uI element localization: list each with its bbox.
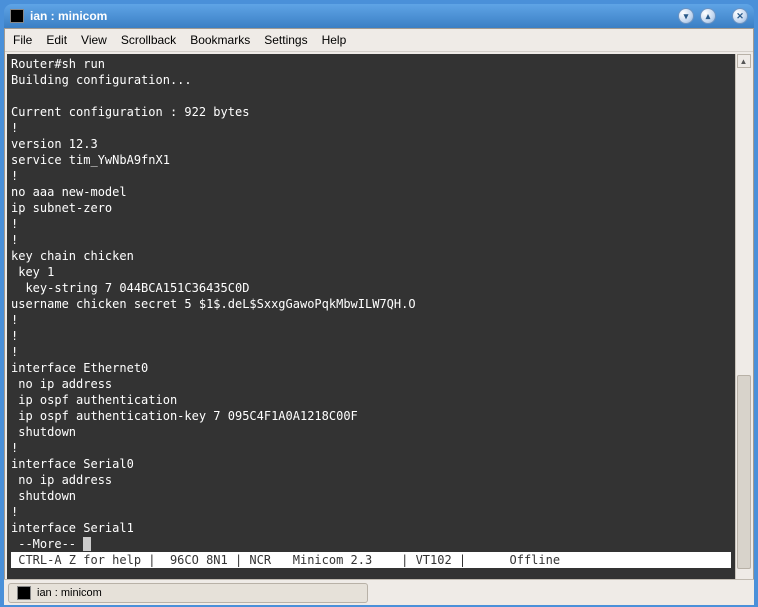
menu-view[interactable]: View — [81, 33, 107, 47]
menu-edit[interactable]: Edit — [46, 33, 67, 47]
minimize-button[interactable]: ▾ — [678, 8, 694, 24]
close-button[interactable]: ✕ — [732, 8, 748, 24]
terminal-icon — [17, 586, 31, 600]
window-titlebar: ian : minicom ▾ ▴ ✕ — [4, 4, 754, 28]
taskbar-item-label: ian : minicom — [37, 587, 102, 599]
menu-file[interactable]: File — [13, 33, 32, 47]
scrollbar: ▲ ▼ — [735, 54, 751, 593]
taskbar: ian : minicom — [4, 579, 754, 605]
scroll-track[interactable] — [737, 68, 751, 579]
window-controls: ▾ ▴ ✕ — [678, 8, 748, 24]
terminal-output[interactable]: Router#sh run Building configuration... … — [7, 54, 735, 593]
scroll-up-button[interactable]: ▲ — [737, 54, 751, 68]
menu-settings[interactable]: Settings — [264, 33, 307, 47]
window-body: File Edit View Scrollback Bookmarks Sett… — [4, 28, 754, 596]
window-app-icon — [10, 9, 24, 23]
terminal-container: Router#sh run Building configuration... … — [5, 52, 753, 595]
menu-bookmarks[interactable]: Bookmarks — [190, 33, 250, 47]
taskbar-item[interactable]: ian : minicom — [8, 583, 368, 603]
scroll-thumb[interactable] — [737, 375, 751, 569]
menu-help[interactable]: Help — [322, 33, 347, 47]
menubar: File Edit View Scrollback Bookmarks Sett… — [5, 29, 753, 52]
window-title: ian : minicom — [30, 9, 678, 23]
maximize-button[interactable]: ▴ — [700, 8, 716, 24]
menu-scrollback[interactable]: Scrollback — [121, 33, 176, 47]
